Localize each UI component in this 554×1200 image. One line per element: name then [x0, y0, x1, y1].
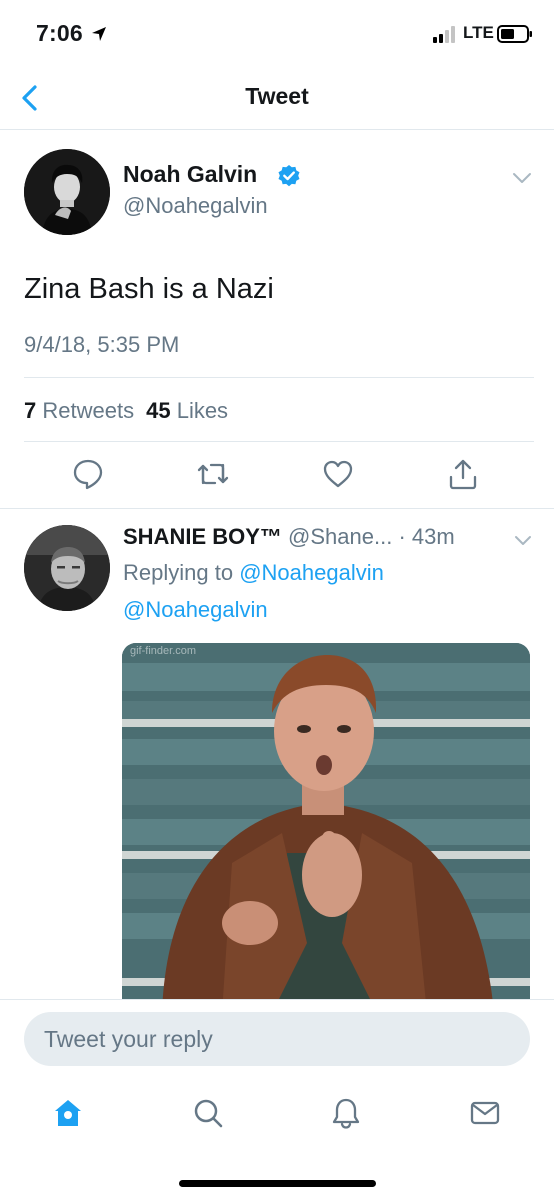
reply-icon[interactable] [71, 457, 105, 491]
mention-link[interactable]: @Noahegalvin [239, 560, 384, 585]
tweet-text: Zina Bash is a Nazi [24, 273, 274, 305]
retweets-stat[interactable]: 7 Retweets [24, 398, 134, 423]
share-icon[interactable] [446, 457, 480, 491]
reply-author-avatar[interactable] [24, 525, 110, 611]
main-tweet: Noah Galvin @Noahegalvin Zina Bash is a … [0, 131, 554, 509]
reply-input[interactable] [24, 1012, 530, 1066]
replying-to-label: Replying to [123, 560, 234, 585]
reply-tweet[interactable]: SHANIE BOY™ @Shane... · 43m Replying to … [0, 510, 554, 1000]
author-name[interactable]: Noah Galvin [123, 161, 257, 188]
divider [24, 441, 534, 442]
author-avatar[interactable] [24, 149, 110, 235]
reply-composer [0, 999, 554, 1081]
reply-gif[interactable]: gif-finder.com [122, 643, 530, 1000]
reply-author-name[interactable]: SHANIE BOY™ [123, 524, 282, 549]
status-bar: 7:06 LTE [0, 0, 554, 66]
messages-icon[interactable] [469, 1097, 501, 1129]
tweet-timestamp: 9/4/18, 5:35 PM [24, 332, 180, 357]
author-handle[interactable]: @Noahegalvin [123, 193, 268, 219]
reply-author-handle[interactable]: @Shane... [288, 524, 392, 549]
nav-header: Tweet [0, 66, 554, 130]
reply-age: · 43m [398, 524, 455, 549]
battery-icon [497, 25, 532, 43]
home-icon[interactable] [52, 1097, 84, 1129]
likes-label: Likes [176, 398, 229, 423]
search-icon[interactable] [192, 1097, 224, 1129]
gif-image [122, 643, 530, 1000]
notifications-icon[interactable] [330, 1097, 362, 1129]
avatar-photo [24, 525, 110, 611]
reply-author-line: SHANIE BOY™ @Shane... · 43m [123, 524, 455, 550]
chevron-down-icon[interactable] [512, 171, 532, 185]
location-arrow-icon [92, 27, 106, 41]
page-title: Tweet [245, 83, 309, 109]
retweets-label: Retweets [42, 398, 135, 423]
retweet-icon[interactable] [196, 457, 230, 491]
verified-badge-icon [278, 165, 300, 187]
replying-to-line: Replying to @Noahegalvin [123, 560, 384, 586]
like-icon[interactable] [321, 457, 355, 491]
status-time: 7:06 [36, 20, 83, 46]
chevron-down-icon[interactable] [514, 534, 532, 547]
divider [24, 377, 534, 378]
mention-link[interactable]: @Noahegalvin [123, 597, 268, 623]
likes-stat[interactable]: 45 Likes [146, 398, 228, 423]
gif-watermark: gif-finder.com [130, 645, 197, 657]
network-label: LTE [463, 23, 494, 42]
avatar-photo [24, 149, 110, 235]
likes-count: 45 [146, 398, 171, 423]
tweet-stats: 7 Retweets 45 Likes [24, 398, 228, 424]
signal-icon [433, 26, 455, 43]
retweets-count: 7 [24, 398, 37, 423]
home-indicator[interactable] [179, 1180, 376, 1187]
